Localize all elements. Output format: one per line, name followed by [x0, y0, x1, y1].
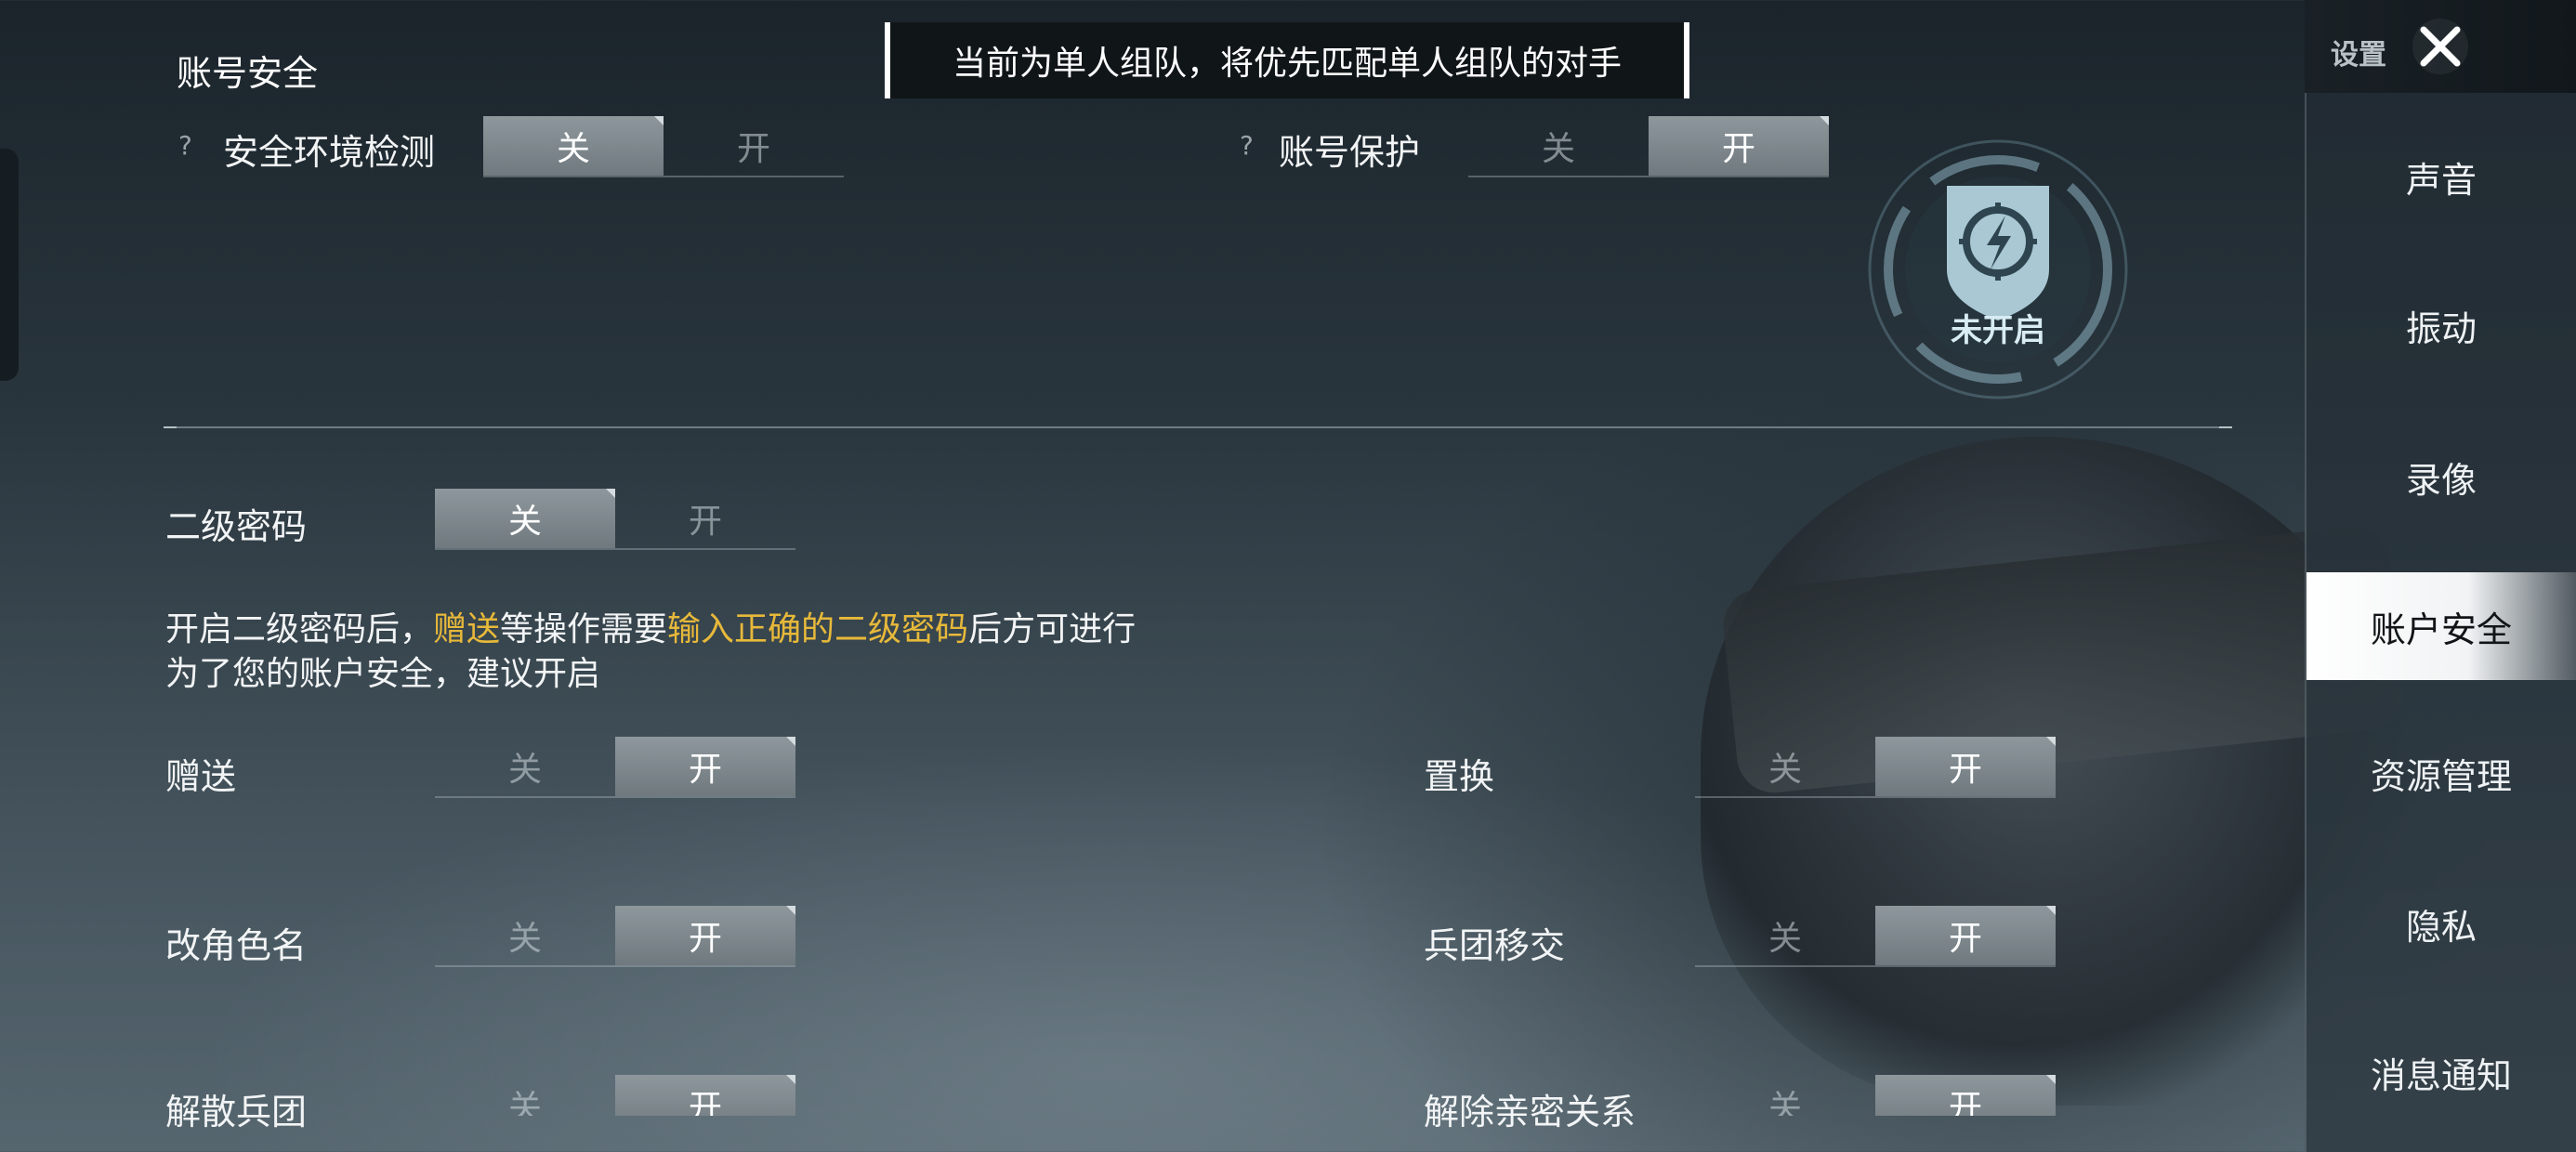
help-icon-env-check[interactable]: ? — [178, 130, 192, 161]
env-check-toggle[interactable]: 关 开 — [483, 116, 844, 177]
end-intimacy-on-option[interactable]: 开 — [1875, 1075, 2056, 1116]
protection-status-text: 未开启 — [1951, 312, 2045, 349]
account-protect-toggle[interactable]: 关 开 — [1468, 116, 1829, 177]
disband-legion-on-option[interactable]: 开 — [615, 1075, 795, 1116]
sidebar-item-resource-management[interactable]: 资源管理 — [2307, 719, 2576, 827]
team-mode-toast: 当前为单人组队，将优先匹配单人组队的对手 — [885, 22, 1689, 98]
divider-left-cap — [164, 426, 177, 428]
sidebar-item-account-security[interactable]: 账户安全 — [2307, 572, 2576, 680]
section-title: 账号安全 — [177, 53, 319, 94]
close-x-icon — [2412, 19, 2468, 74]
secondary-password-recommendation: 为了您的账户安全，建议开启 — [165, 655, 601, 693]
exchange-label: 置换 — [1424, 756, 1495, 797]
account-protect-label: 账号保护 — [1279, 132, 1421, 173]
protection-status-badge: 未开启 — [1859, 130, 2137, 409]
shield-lightning-icon — [1868, 139, 2128, 399]
env-check-on-option[interactable]: 开 — [664, 116, 844, 176]
rename-character-toggle[interactable]: 关 开 — [435, 906, 795, 967]
account-protect-on-option[interactable]: 开 — [1649, 116, 1829, 176]
sidebar-item-sound[interactable]: 声音 — [2307, 123, 2576, 230]
sidebar-item-notifications[interactable]: 消息通知 — [2307, 1018, 2576, 1126]
desc-text-2: 等操作需要 — [500, 610, 668, 648]
exchange-toggle[interactable]: 关 开 — [1695, 737, 2056, 798]
close-button[interactable] — [2407, 13, 2474, 80]
gift-on-option[interactable]: 开 — [615, 737, 795, 796]
disband-legion-label: 解散兵团 — [165, 1092, 308, 1132]
desc-highlight-gift: 赠送 — [433, 610, 501, 648]
secondary-password-on-option[interactable]: 开 — [615, 489, 795, 548]
desc-highlight-password: 输入正确的二级密码 — [667, 610, 969, 648]
sidebar-item-vibration[interactable]: 振动 — [2307, 271, 2576, 379]
secondary-password-toggle[interactable]: 关 开 — [435, 489, 795, 550]
sidebar-item-recording[interactable]: 录像 — [2307, 423, 2576, 530]
exchange-on-option[interactable]: 开 — [1875, 737, 2056, 796]
disband-legion-off-option[interactable]: 关 — [435, 1075, 615, 1116]
env-check-off-option[interactable]: 关 — [483, 116, 664, 176]
legion-transfer-toggle[interactable]: 关 开 — [1695, 906, 2056, 967]
gift-off-option[interactable]: 关 — [435, 737, 615, 796]
secondary-password-description: 开启二级密码后，赠送等操作需要输入正确的二级密码后方可进行 — [165, 602, 1136, 650]
secondary-password-off-option[interactable]: 关 — [435, 489, 615, 548]
desc-text-3: 后方可进行 — [968, 610, 1137, 648]
rename-character-on-option[interactable]: 开 — [615, 906, 795, 965]
account-protect-off-option[interactable]: 关 — [1468, 116, 1649, 176]
disband-legion-toggle[interactable]: 关 开 — [435, 1075, 795, 1116]
sidebar-title: 设置 — [2331, 39, 2386, 72]
gift-label: 赠送 — [165, 756, 237, 797]
rename-character-label: 改角色名 — [165, 925, 308, 966]
sidebar-item-privacy[interactable]: 隐私 — [2307, 870, 2576, 977]
rename-character-off-option[interactable]: 关 — [435, 906, 615, 965]
left-edge-tab — [0, 149, 19, 381]
help-icon-account-protect[interactable]: ? — [1240, 130, 1254, 161]
divider-right-cap — [2219, 426, 2232, 428]
section-divider — [164, 426, 2232, 428]
desc-text-1: 开启二级密码后， — [165, 610, 434, 648]
legion-transfer-off-option[interactable]: 关 — [1695, 906, 1875, 965]
gift-toggle[interactable]: 关 开 — [435, 737, 795, 798]
env-check-label: 安全环境检测 — [223, 132, 436, 173]
legion-transfer-on-option[interactable]: 开 — [1875, 906, 2056, 965]
end-intimacy-label: 解除亲密关系 — [1424, 1092, 1636, 1132]
legion-transfer-label: 兵团移交 — [1424, 925, 1566, 966]
exchange-off-option[interactable]: 关 — [1695, 737, 1875, 796]
secondary-password-label: 二级密码 — [165, 506, 308, 547]
end-intimacy-toggle[interactable]: 关 开 — [1695, 1075, 2056, 1116]
end-intimacy-off-option[interactable]: 关 — [1695, 1075, 1875, 1116]
